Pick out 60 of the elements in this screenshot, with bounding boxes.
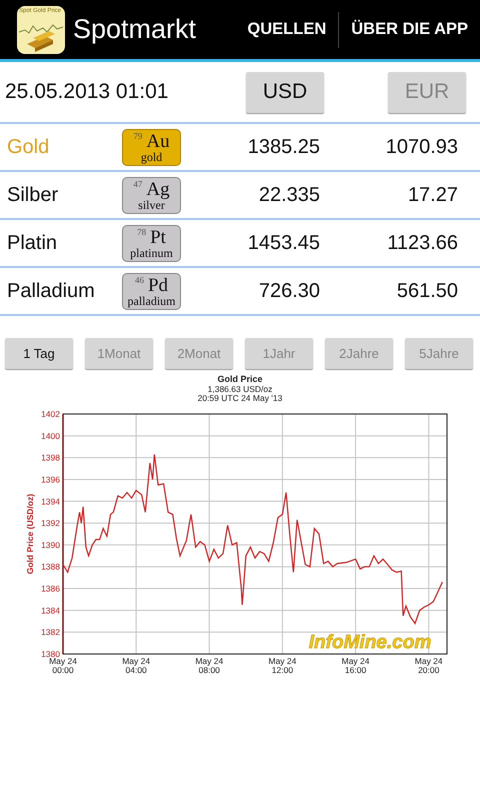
usd-price: 22.335 <box>258 183 320 208</box>
element-name: platinum <box>129 246 174 258</box>
element-name: gold <box>140 150 164 162</box>
x-tick-label: May 24 12:00 <box>268 656 296 675</box>
eur-price: 1123.66 <box>386 231 458 256</box>
element-symbol: Pd <box>148 274 168 294</box>
eur-price: 561.50 <box>396 279 458 304</box>
menu-action[interactable]: ÜBER DIE APP <box>339 17 480 42</box>
range-button[interactable]: 1Monat <box>85 338 153 369</box>
usd-price: 1453.45 <box>246 231 320 256</box>
atomic-number: 47 <box>133 178 142 188</box>
timestamp: 25.05.2013 01:01 <box>5 79 170 106</box>
eur-price: 17.27 <box>406 183 458 208</box>
usd-price: 726.30 <box>258 279 320 304</box>
element-symbol: Ag <box>146 178 170 198</box>
y-axis-label: Gold Price (USD/oz) <box>25 494 35 574</box>
chart-subtitle: 1,386.63 USD/oz <box>208 384 272 394</box>
y-tick-label: 1396 <box>41 474 60 484</box>
app-title: Spotmarkt <box>73 13 196 46</box>
element-name: silver <box>137 198 165 210</box>
metal-name: Silber <box>6 183 60 208</box>
atomic-number: 46 <box>134 274 144 284</box>
y-tick-label: 1382 <box>41 627 60 638</box>
menu-action[interactable]: QUELLEN <box>235 17 338 42</box>
element-symbol: Pt <box>150 226 166 246</box>
y-tick-label: 1398 <box>41 452 60 463</box>
element-name: palladium <box>126 294 176 306</box>
y-tick-label: 1400 <box>41 430 60 441</box>
x-tick-label: May 24 20:00 <box>414 656 443 675</box>
range-button[interactable]: 2Monat <box>165 338 233 369</box>
metal-name: Gold <box>6 135 50 160</box>
range-button[interactable]: 1 Tag <box>5 338 73 369</box>
y-tick-label: 1392 <box>41 518 60 528</box>
range-button[interactable]: 1Jahr <box>245 338 313 369</box>
eur-price: 1070.93 <box>384 135 458 160</box>
y-tick-label: 1402 <box>41 409 60 419</box>
element-symbol: Au <box>146 130 170 150</box>
x-tick-label: May 24 00:00 <box>49 656 77 675</box>
currency-button[interactable]: USD <box>246 72 324 112</box>
y-tick-label: 1384 <box>41 605 60 616</box>
chart-subtitle: 20:59 UTC 24 May '13 <box>198 393 282 403</box>
usd-price: 1385.25 <box>246 135 320 160</box>
metal-name: Palladium <box>6 279 96 304</box>
currency-button[interactable]: EUR <box>388 72 466 112</box>
x-tick-label: May 24 08:00 <box>195 656 224 675</box>
y-tick-label: 1388 <box>41 562 60 572</box>
atomic-number: 78 <box>137 226 146 236</box>
chart-logo: InfoMine.com <box>308 632 432 653</box>
range-button[interactable]: 5Jahre <box>405 338 473 369</box>
y-tick-label: 1390 <box>41 540 60 550</box>
metal-name: Platin <box>6 231 58 256</box>
y-tick-label: 1380 <box>41 649 60 659</box>
chart-title: Gold Price <box>218 374 262 384</box>
x-tick-label: May 24 04:00 <box>122 656 150 675</box>
range-button[interactable]: 2Jahre <box>325 338 393 369</box>
atomic-number: 79 <box>133 130 142 140</box>
y-tick-label: 1386 <box>41 584 60 594</box>
app-icon <box>17 6 65 54</box>
y-tick-label: 1394 <box>41 496 60 506</box>
x-tick-label: May 24 16:00 <box>342 656 370 675</box>
